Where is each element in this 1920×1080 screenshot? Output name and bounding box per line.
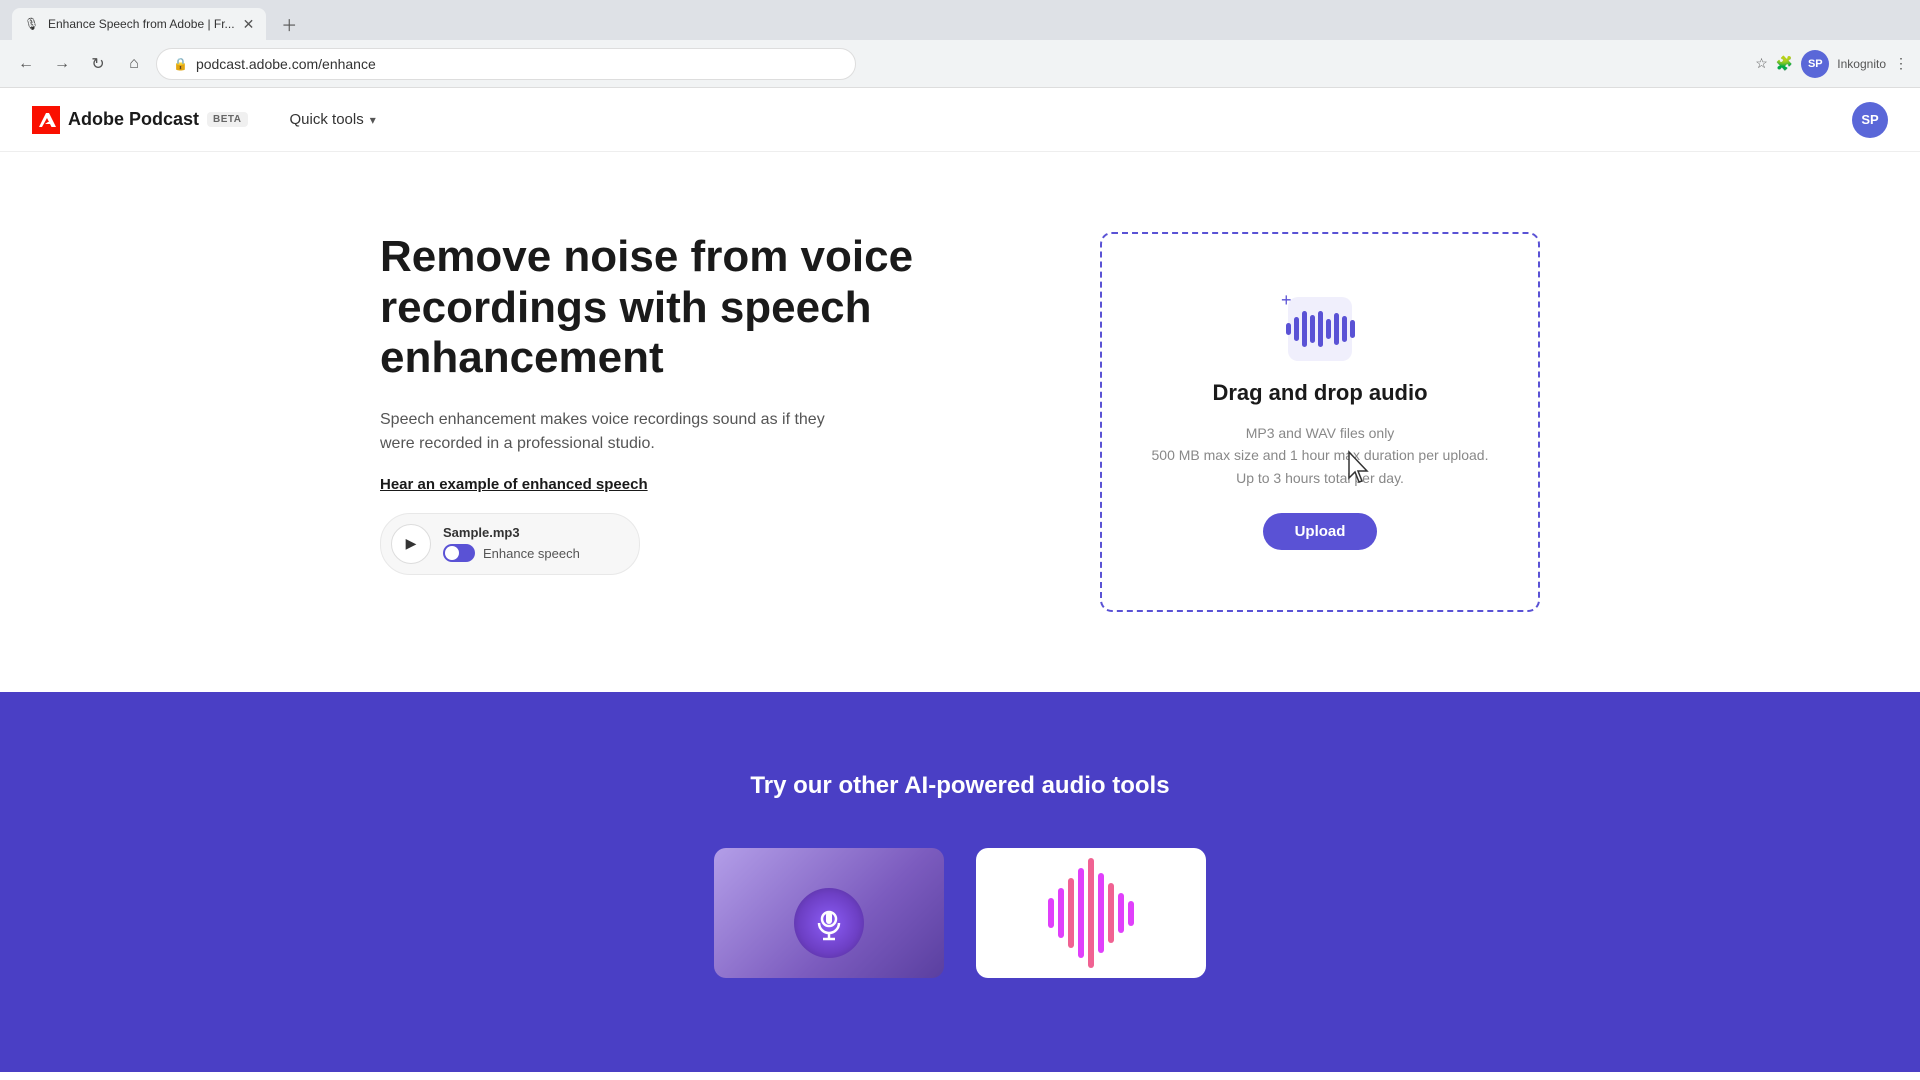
main-subtitle: Speech enhancement makes voice recording… xyxy=(380,408,860,456)
address-bar[interactable]: 🔒 xyxy=(156,48,856,80)
profile-icon[interactable]: SP xyxy=(1801,50,1829,78)
browser-titlebar: 🎙 Enhance Speech from Adobe | Fr... ✕ ＋ xyxy=(0,0,1920,40)
upload-icon-wrapper: + xyxy=(1285,294,1355,364)
lock-icon: 🔒 xyxy=(173,57,188,71)
profile-initials: SP xyxy=(1808,58,1823,70)
app-header: Adobe Podcast BETA Quick tools ▾ SP xyxy=(0,88,1920,152)
chevron-down-icon: ▾ xyxy=(370,113,376,127)
waveform-visual xyxy=(1048,858,1134,968)
enhance-toggle[interactable] xyxy=(443,544,475,562)
user-initials: SP xyxy=(1861,112,1878,127)
tab-favicon: 🎙 xyxy=(24,16,40,32)
browser-chrome: 🎙 Enhance Speech from Adobe | Fr... ✕ ＋ … xyxy=(0,0,1920,88)
drag-drop-title: Drag and drop audio xyxy=(1212,380,1427,406)
tool-card-record[interactable] xyxy=(714,848,944,978)
bottom-title: Try our other AI-powered audio tools xyxy=(120,772,1800,800)
upload-format-note: MP3 and WAV files only 500 MB max size a… xyxy=(1142,422,1498,489)
main-content: Remove noise from voice recordings with … xyxy=(0,152,1920,692)
reload-button[interactable]: ↻ xyxy=(84,50,112,78)
browser-tab[interactable]: 🎙 Enhance Speech from Adobe | Fr... ✕ xyxy=(12,8,266,40)
browser-controls: ← → ↻ ⌂ 🔒 ☆ 🧩 SP Inkognito ⋮ xyxy=(0,40,1920,88)
brand-name: Adobe Podcast xyxy=(68,109,199,130)
left-section: Remove noise from voice recordings with … xyxy=(380,232,980,575)
home-button[interactable]: ⌂ xyxy=(120,50,148,78)
extensions-icon[interactable]: 🧩 xyxy=(1776,55,1793,72)
upload-zone[interactable]: + Drag and drop audio MP3 and WAV files … xyxy=(1100,232,1540,612)
sample-info: Sample.mp3 Enhance speech xyxy=(443,525,580,562)
new-tab-button[interactable]: ＋ xyxy=(274,10,304,38)
beta-badge: BETA xyxy=(207,112,247,127)
adobe-icon xyxy=(32,106,60,134)
adobe-logo[interactable]: Adobe Podcast BETA xyxy=(32,106,248,134)
tools-grid xyxy=(120,848,1800,978)
quick-tools-button[interactable]: Quick tools ▾ xyxy=(280,105,386,134)
browser-right-icons: ☆ 🧩 SP Inkognito ⋮ xyxy=(1755,50,1908,78)
hear-example-link[interactable]: Hear an example of enhanced speech xyxy=(380,476,980,493)
enhance-toggle-row: Enhance speech xyxy=(443,544,580,562)
upload-icon xyxy=(1288,297,1352,361)
tab-title: Enhance Speech from Adobe | Fr... xyxy=(48,17,235,31)
back-button[interactable]: ← xyxy=(12,50,40,78)
menu-icon[interactable]: ⋮ xyxy=(1894,55,1908,72)
quick-tools-label: Quick tools xyxy=(290,111,364,128)
tool-card-record-icon xyxy=(794,888,864,958)
url-input[interactable] xyxy=(196,56,839,72)
play-button[interactable]: ▶ xyxy=(391,524,431,564)
sample-name: Sample.mp3 xyxy=(443,525,580,540)
close-tab-icon[interactable]: ✕ xyxy=(243,16,255,33)
enhance-toggle-label: Enhance speech xyxy=(483,546,580,561)
forward-button[interactable]: → xyxy=(48,50,76,78)
main-title: Remove noise from voice recordings with … xyxy=(380,232,980,384)
bookmark-icon[interactable]: ☆ xyxy=(1755,55,1768,72)
upload-button[interactable]: Upload xyxy=(1263,513,1378,550)
tool-card-edit[interactable] xyxy=(976,848,1206,978)
user-avatar[interactable]: SP xyxy=(1852,102,1888,138)
incognito-label: Inkognito xyxy=(1837,57,1886,71)
plus-icon: + xyxy=(1281,290,1292,311)
header-right: SP xyxy=(1852,102,1888,138)
microphone-icon xyxy=(811,905,847,941)
waveform-bars xyxy=(1286,311,1355,347)
sample-player: ▶ Sample.mp3 Enhance speech xyxy=(380,513,640,575)
bottom-section: Try our other AI-powered audio tools xyxy=(0,692,1920,1072)
